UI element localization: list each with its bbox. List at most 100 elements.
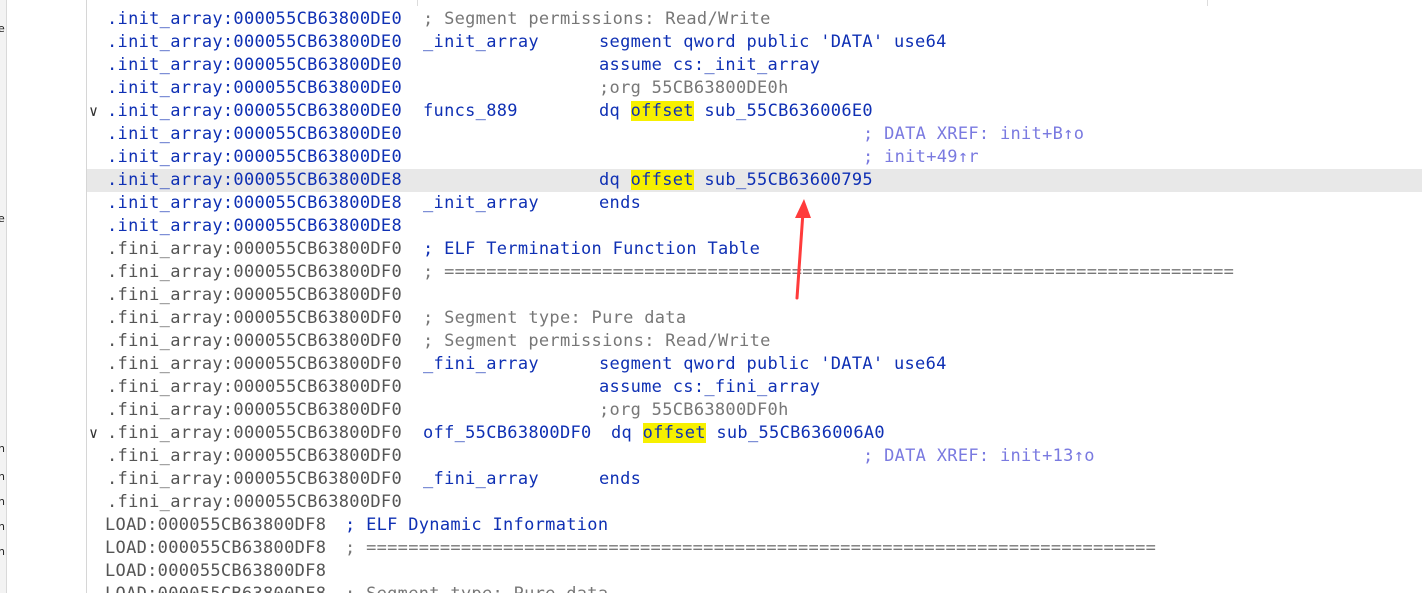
disasm-line[interactable]: LOAD:000055CB63800DF8 ; ELF Dynamic Infor… [87,514,1422,537]
line-address: .fini_array:000055CB63800DF0 [107,423,402,443]
left-window-strip: eennnnn [0,0,7,593]
line-address: .init_array:000055CB63800DE8 [107,216,402,236]
collapse-chevron-icon[interactable]: ∨ [89,422,98,445]
line-operand-label: ; ======================================… [423,262,1235,282]
disasm-line[interactable]: .init_array:000055CB63800DE0 _init_array s… [87,31,1422,54]
line-operand-label: _fini_array [423,469,539,489]
line-address: LOAD:000055CB63800DF8 [105,538,327,558]
disasm-line[interactable]: .fini_array:000055CB63800DF0 assume cs:_f… [87,376,1422,399]
top-edge [87,0,1422,8]
disasm-line[interactable]: .init_array:000055CB63800DE8 [87,215,1422,238]
disasm-line[interactable]: .init_array:000055CB63800DE8 dq offset su… [87,169,1422,192]
line-instruction: dq offset sub_55CB63600795 [599,169,873,192]
line-address: .fini_array:000055CB63800DF0 [107,285,402,305]
line-address: .fini_array:000055CB63800DF0 [107,446,402,466]
instruction-operand: sub_55CB63600795 [693,170,873,190]
line-operand-label: ; Segment type: Pure data [345,583,608,593]
disasm-line[interactable]: .fini_array:000055CB63800DF0 ;org 55CB638… [87,399,1422,422]
instruction-mnemonic: dq [599,170,631,190]
left-strip-fragment: e [0,22,5,35]
line-address: .fini_array:000055CB63800DF0 [107,262,402,282]
line-address: .fini_array:000055CB63800DF0 [107,400,402,420]
disasm-line[interactable]: .init_array:000055CB63800DE0 ; init+49↑r [87,146,1422,169]
line-address: .init_array:000055CB63800DE8 [107,193,402,213]
disasm-line[interactable]: LOAD:000055CB63800DF8 ; =================… [87,537,1422,560]
disasm-line[interactable]: .init_array:000055CB63800DE0 ; Segment pe… [87,8,1422,31]
disassembly-view[interactable]: .init_array:000055CB63800DE0 ; Segment pe… [87,8,1422,593]
instruction-mnemonic: dq [611,423,643,443]
disasm-line[interactable]: .init_array:000055CB63800DE0 ;org 55CB638… [87,77,1422,100]
line-address: LOAD:000055CB63800DF8 [105,583,326,593]
tab-edge [1007,0,1208,6]
line-address: .init_array:000055CB63800DE8 [107,170,402,190]
line-instruction: dq offset sub_55CB636006E0 [599,100,873,123]
xref-comment[interactable]: ; init+49↑r [863,146,979,169]
line-operand-label: _fini_array [423,354,539,374]
line-operand-label: funcs_889 [423,101,518,121]
line-instruction: assume cs:_init_array [599,55,821,75]
line-address: .fini_array:000055CB63800DF0 [107,492,402,512]
line-instruction: ;org 55CB63800DE0h [599,78,789,98]
line-instruction: ;org 55CB63800DF0h [599,400,789,420]
line-instruction: assume cs:_fini_array [599,377,821,397]
line-instruction: ends [599,469,642,489]
disasm-line[interactable]: .fini_array:000055CB63800DF0 _fini_array e… [87,468,1422,491]
disasm-line[interactable]: .fini_array:000055CB63800DF0 ; DATA XREF:… [87,445,1422,468]
disasm-line[interactable]: .fini_array:000055CB63800DF0 ; ELF Termin… [87,238,1422,261]
collapse-chevron-icon[interactable]: ∨ [89,100,98,123]
line-address: .init_array:000055CB63800DE0 [107,147,402,167]
left-strip-fragment: e [0,212,5,225]
line-address: .fini_array:000055CB63800DF0 [107,377,402,397]
disasm-line[interactable]: •∨.init_array:000055CB63800DE0funcs_889d… [87,100,1422,123]
line-address: LOAD:000055CB63800DF8 [105,561,327,581]
disasm-line[interactable]: .init_array:000055CB63800DE0 assume cs:_i… [87,54,1422,77]
instruction-operand: sub_55CB636006A0 [705,423,885,443]
highlighted-keyword: offset [642,423,706,443]
line-operand-label: off_55CB63800DF0 [423,423,592,443]
line-instruction: segment qword public 'DATA' use64 [599,32,947,52]
line-address: .init_array:000055CB63800DE0 [107,101,402,121]
left-strip-fragment: n [0,442,5,455]
disasm-line[interactable]: LOAD:000055CB63800DF8 ; Segment type: Pur… [87,583,1422,593]
line-address: .fini_array:000055CB63800DF0 [107,469,402,489]
line-operand-label: ; ELF Dynamic Information [345,515,609,535]
left-strip-fragment: n [0,495,5,508]
instruction-mnemonic: dq [599,101,631,121]
disasm-line[interactable]: .fini_array:000055CB63800DF0 [87,491,1422,514]
line-address: .init_array:000055CB63800DE0 [107,32,402,52]
line-operand-label: ; Segment permissions: Read/Write [423,9,771,29]
line-address: .init_array:000055CB63800DE0 [107,55,402,75]
line-address: LOAD:000055CB63800DF8 [105,515,327,535]
disasm-line[interactable]: .fini_array:000055CB63800DF0 ; Segment ty… [87,307,1422,330]
disasm-line[interactable]: .init_array:000055CB63800DE8 _init_array e… [87,192,1422,215]
disasm-line[interactable]: .fini_array:000055CB63800DF0 ; ==========… [87,261,1422,284]
left-strip-fragment: n [0,470,5,483]
disasm-line[interactable]: .fini_array:000055CB63800DF0 ; Segment pe… [87,330,1422,353]
disasm-line[interactable]: LOAD:000055CB63800DF8 [87,560,1422,583]
line-operand-label: _init_array [423,32,539,52]
line-address: .fini_array:000055CB63800DF0 [107,331,402,351]
line-address: .init_array:000055CB63800DE0 [107,9,402,29]
highlighted-keyword: offset [630,101,694,121]
disasm-line[interactable]: •∨.fini_array:000055CB63800DF0off_55CB63… [87,422,1422,445]
highlighted-keyword: offset [630,170,694,190]
line-operand-label: ; Segment type: Pure data [423,308,687,328]
line-gutter [7,0,86,593]
disasm-line[interactable]: .fini_array:000055CB63800DF0 [87,284,1422,307]
line-instruction: dq offset sub_55CB636006A0 [611,422,885,445]
line-operand-label: ; ELF Termination Function Table [423,239,761,259]
line-operand-label: ; Segment permissions: Read/Write [423,331,771,351]
line-instruction: ends [599,193,642,213]
xref-comment[interactable]: ; DATA XREF: init+B↑o [863,123,1084,146]
tab-edge [337,0,418,6]
disasm-line[interactable]: .init_array:000055CB63800DE0 ; DATA XREF:… [87,123,1422,146]
xref-comment[interactable]: ; DATA XREF: init+13↑o [863,445,1095,468]
line-address: .init_array:000055CB63800DE0 [107,78,402,98]
line-address: .fini_array:000055CB63800DF0 [107,354,402,374]
line-operand-label: ; ======================================… [345,538,1157,558]
disasm-line[interactable]: .fini_array:000055CB63800DF0 _fini_array s… [87,353,1422,376]
line-address: .fini_array:000055CB63800DF0 [107,308,402,328]
left-strip-fragment: n [0,545,5,558]
line-address: .init_array:000055CB63800DE0 [107,124,402,144]
left-strip-fragment: n [0,520,5,533]
